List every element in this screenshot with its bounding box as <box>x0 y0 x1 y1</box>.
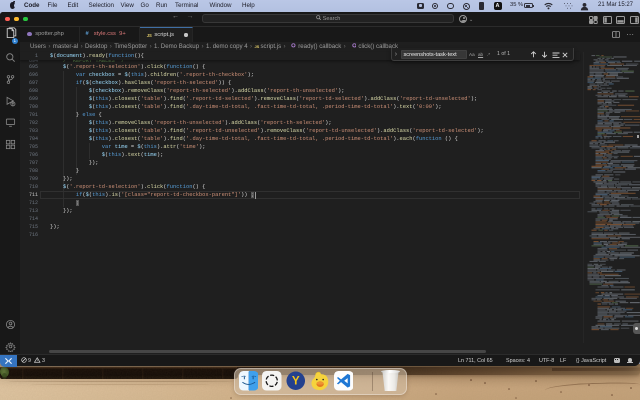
svg-text:Y: Y <box>291 374 299 387</box>
